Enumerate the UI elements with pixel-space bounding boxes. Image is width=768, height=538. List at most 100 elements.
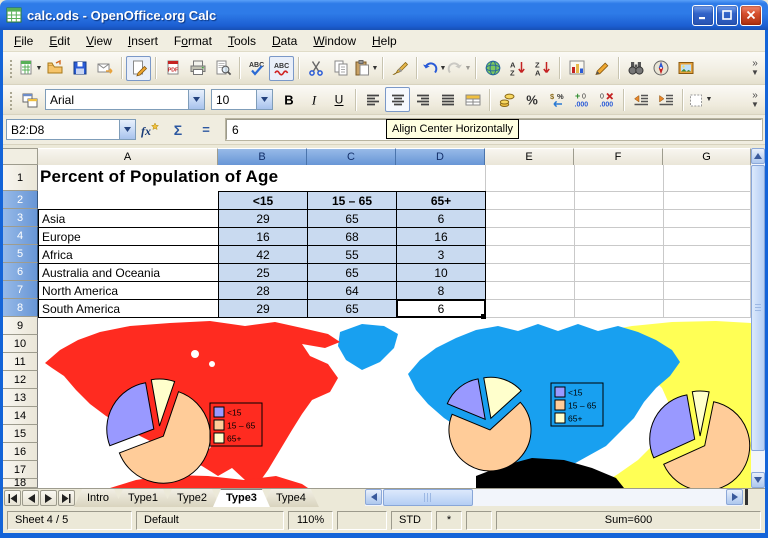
open-document-button[interactable] [42, 56, 67, 81]
row-header-8[interactable]: 8 [3, 299, 38, 317]
format-paintbrush-button[interactable] [387, 56, 412, 81]
status-sum[interactable]: Sum=600 [496, 511, 761, 530]
scroll-up-button[interactable] [751, 148, 765, 164]
copy-button[interactable] [328, 56, 353, 81]
export-pdf-button[interactable]: PDF [160, 56, 185, 81]
cut-button[interactable] [303, 56, 328, 81]
italic-button[interactable]: I [301, 87, 326, 112]
first-sheet-button[interactable] [4, 490, 21, 506]
column-header-F[interactable]: F [574, 148, 663, 165]
vertical-scroll-track[interactable] [751, 452, 765, 472]
cell-C8[interactable]: 65 [307, 299, 397, 318]
save-document-button[interactable] [67, 56, 92, 81]
borders-button[interactable]: ▼ [687, 87, 712, 112]
scroll-down-button[interactable] [751, 472, 765, 488]
row-header-9[interactable]: 9 [3, 317, 38, 335]
selection-fill-handle[interactable] [481, 314, 486, 319]
column-header-A[interactable]: A [38, 148, 218, 165]
email-document-button[interactable] [92, 56, 117, 81]
spellcheck-button[interactable]: ABC [244, 56, 269, 81]
column-header-B[interactable]: B [218, 148, 307, 165]
menu-data[interactable]: Data [264, 32, 305, 50]
menu-format[interactable]: Format [166, 32, 220, 50]
show-draw-functions-button[interactable] [589, 56, 614, 81]
row-header-6[interactable]: 6 [3, 263, 38, 281]
cell-A1-title[interactable]: Percent of Population of Age [40, 167, 278, 187]
minimize-button[interactable] [692, 5, 714, 26]
cell-B5[interactable]: 42 [218, 245, 308, 264]
cell-C6[interactable]: 65 [307, 263, 397, 282]
row-header-4[interactable]: 4 [3, 227, 38, 245]
menu-file[interactable]: File [6, 32, 41, 50]
hyperlink-button[interactable] [480, 56, 505, 81]
menu-window[interactable]: Window [305, 32, 364, 50]
font-size-dropdown[interactable] [256, 90, 272, 109]
menu-tools[interactable]: Tools [220, 32, 264, 50]
cell-A5[interactable]: Africa [38, 245, 219, 264]
menu-insert[interactable]: Insert [120, 32, 166, 50]
increase-indent-button[interactable] [653, 87, 678, 112]
row-header-12[interactable]: 12 [3, 371, 38, 389]
name-box[interactable]: B2:D8 [6, 119, 136, 140]
number-standard-button[interactable]: $% [544, 87, 569, 112]
number-currency-button[interactable] [494, 87, 519, 112]
status-document-modified[interactable]: * [436, 511, 462, 530]
row-header-16[interactable]: 16 [3, 443, 38, 461]
cell-A3[interactable]: Asia [38, 209, 219, 228]
horizontal-scrollbar[interactable] [365, 489, 743, 506]
status-selection-mode[interactable]: STD [391, 511, 432, 530]
align-center-button[interactable] [385, 87, 410, 112]
row-header-15[interactable]: 15 [3, 425, 38, 443]
dropdown-arrow-icon[interactable]: ▼ [706, 96, 713, 103]
cell-D4[interactable]: 16 [396, 227, 486, 246]
cell-A8[interactable]: South America [38, 299, 219, 318]
sheet-cells-area[interactable]: Percent of Population of Age <1515 – 656… [38, 165, 751, 488]
sheet-tab-type4[interactable]: Type4 [263, 489, 319, 507]
menu-view[interactable]: View [78, 32, 120, 50]
toolbar-grip[interactable] [8, 90, 14, 110]
previous-sheet-button[interactable] [22, 490, 39, 506]
cell-B4[interactable]: 16 [218, 227, 308, 246]
number-percent-button[interactable]: % [519, 87, 544, 112]
row-header-2[interactable]: 2 [3, 191, 38, 209]
row-header-5[interactable]: 5 [3, 245, 38, 263]
column-header-D[interactable]: D [396, 148, 485, 165]
auto-spellcheck-button[interactable]: ABC [269, 56, 294, 81]
edit-file-button[interactable] [126, 56, 151, 81]
cell-A7[interactable]: North America [38, 281, 219, 300]
new-document-button[interactable]: ▼ [17, 56, 42, 81]
sheet-tab-type3[interactable]: Type3 [213, 489, 270, 507]
align-justified-button[interactable] [435, 87, 460, 112]
cell-C7[interactable]: 64 [307, 281, 397, 300]
column-header-C[interactable]: C [307, 148, 396, 165]
select-all-corner[interactable] [3, 148, 38, 165]
maximize-button[interactable] [716, 5, 738, 26]
add-decimal-button[interactable]: +0.000 [569, 87, 594, 112]
cell-C3[interactable]: 65 [307, 209, 397, 228]
status-sheet-position[interactable]: Sheet 4 / 5 [7, 511, 132, 530]
merge-cells-button[interactable] [460, 87, 485, 112]
cell-C5[interactable]: 55 [307, 245, 397, 264]
undo-button[interactable]: ▼ [421, 56, 446, 81]
find-replace-button[interactable] [623, 56, 648, 81]
title-bar[interactable]: calc.ods - OpenOffice.org Calc [0, 0, 768, 30]
vertical-scroll-thumb[interactable] [751, 165, 765, 451]
cell-D7[interactable]: 8 [396, 281, 486, 300]
function-wizard-button[interactable]: fx [138, 118, 162, 142]
cell-D2[interactable]: 65+ [396, 191, 486, 210]
pane-splitter-handle[interactable] [745, 489, 748, 505]
toolbar-grip[interactable] [8, 58, 14, 78]
vertical-scrollbar[interactable] [751, 148, 765, 488]
font-name-combobox[interactable]: Arial [45, 89, 205, 110]
print-button[interactable] [185, 56, 210, 81]
navigator-button[interactable] [648, 56, 673, 81]
font-size-combobox[interactable]: 10 [211, 89, 273, 110]
column-header-G[interactable]: G [663, 148, 751, 165]
insert-chart-button[interactable] [564, 56, 589, 81]
toolbar-overflow-button[interactable]: »▼ [747, 59, 763, 77]
cell-B3[interactable]: 29 [218, 209, 308, 228]
map-pie-chart[interactable]: <1515 – 6565+<1515 – 6565+ [40, 318, 751, 488]
sheet-tab-type2[interactable]: Type2 [164, 489, 220, 507]
dropdown-arrow-icon[interactable]: ▼ [372, 65, 379, 72]
row-header-10[interactable]: 10 [3, 335, 38, 353]
